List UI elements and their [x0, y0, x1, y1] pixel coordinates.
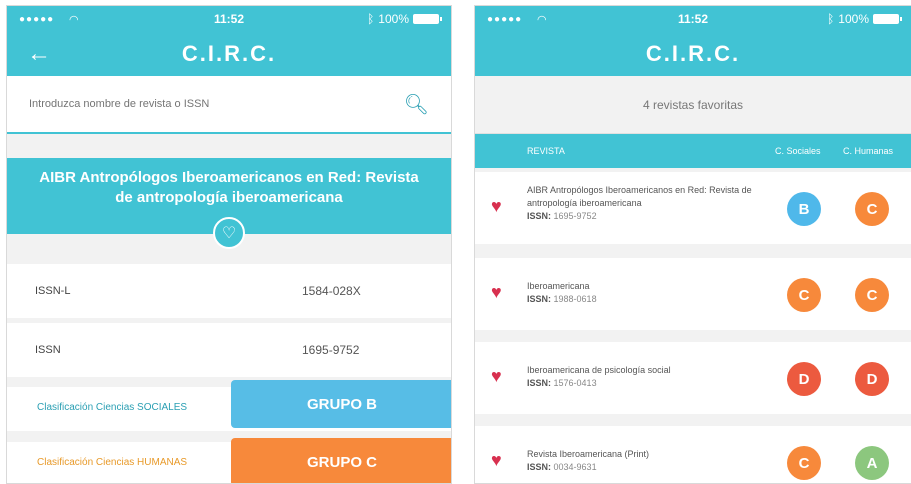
- favorites-count: 4 revistas favoritas: [475, 76, 911, 134]
- grupo-sociales-button[interactable]: GRUPO B: [231, 380, 451, 428]
- journal-issn: ISSN: 1695-9752: [527, 211, 597, 221]
- signal-icon: ●●●●●: [487, 13, 523, 25]
- classification-sociales-label: Clasificación Ciencias SOCIALES: [37, 402, 188, 413]
- app-bar: ← C.I.R.C.: [7, 32, 451, 76]
- heart-icon[interactable]: ♥: [491, 196, 502, 217]
- column-humanas: C. Humanas: [843, 146, 894, 156]
- search-input[interactable]: [29, 98, 404, 110]
- list-item[interactable]: ♥ AIBR Antropólogos Iberoamericanos en R…: [475, 172, 911, 244]
- search-bar: 🔍︎: [7, 76, 451, 134]
- sociales-grade-badge: C: [787, 446, 821, 480]
- status-bar: ●●●●● ◠ 11:52 ᛒ 100%: [475, 6, 911, 32]
- journal-detail-screen: ●●●●● ◠ 11:52 ᛒ 100% ← C.I.R.C. 🔍︎ AIBR …: [6, 5, 452, 484]
- battery-indicator: ᛒ 100%: [367, 12, 442, 26]
- wifi-icon: ◠: [537, 13, 547, 26]
- search-icon[interactable]: 🔍︎: [404, 92, 429, 117]
- humanas-grade-badge: C: [855, 192, 889, 226]
- humanas-grade-badge: A: [855, 446, 889, 480]
- battery-icon: [413, 14, 442, 24]
- app-title: C.I.R.C.: [645, 41, 741, 66]
- issn-label: ISSN: [35, 344, 61, 356]
- issn-l-value: 1584-028X: [302, 284, 361, 298]
- app-title: C.I.R.C.: [181, 41, 277, 66]
- journal-header: AIBR Antropólogos Iberoamericanos en Red…: [7, 158, 451, 249]
- column-revista: REVISTA: [527, 146, 565, 156]
- journal-name: Iberoamericana de psicología social ISSN…: [527, 364, 763, 390]
- humanas-grade-badge: C: [855, 278, 889, 312]
- humanas-grade-badge: D: [855, 362, 889, 396]
- journal-title: AIBR Antropólogos Iberoamericanos en Red…: [39, 169, 419, 206]
- journal-name: Iberoamericana ISSN: 1988-0618: [527, 280, 763, 306]
- battery-indicator: ᛒ 100%: [827, 12, 902, 26]
- app-bar: C.I.R.C.: [475, 32, 911, 76]
- bluetooth-icon: ᛒ: [827, 12, 835, 26]
- journal-name: Revista Iberoamericana (Print) ISSN: 003…: [527, 448, 763, 474]
- wifi-icon: ◠: [69, 13, 79, 26]
- issn-value: 1695-9752: [302, 343, 360, 357]
- status-time: 11:52: [213, 12, 245, 26]
- column-sociales: C. Sociales: [775, 146, 821, 156]
- table-header: REVISTA C. Sociales C. Humanas: [475, 134, 911, 168]
- heart-icon[interactable]: ♥: [491, 366, 502, 387]
- classification-humanas-label: Clasificación Ciencias HUMANAS: [37, 457, 188, 468]
- list-item[interactable]: ♥ Iberoamericana de psicología social IS…: [475, 342, 911, 414]
- sociales-grade-badge: C: [787, 278, 821, 312]
- issn-row: ISSN 1695-9752: [7, 323, 451, 377]
- status-bar: ●●●●● ◠ 11:52 ᛒ 100%: [7, 6, 451, 32]
- sociales-grade-badge: D: [787, 362, 821, 396]
- arrow-left-icon[interactable]: ←: [27, 40, 51, 68]
- battery-percent: 100%: [378, 12, 409, 26]
- grupo-humanas-button[interactable]: GRUPO C: [231, 438, 451, 483]
- list-item[interactable]: ♥ Iberoamericana ISSN: 1988-0618 C C: [475, 258, 911, 330]
- bluetooth-icon: ᛒ: [367, 12, 375, 26]
- list-item[interactable]: ♥ Revista Iberoamericana (Print) ISSN: 0…: [475, 426, 911, 483]
- battery-percent: 100%: [838, 12, 869, 26]
- battery-icon: [873, 14, 902, 24]
- journal-issn: ISSN: 0034-9631: [527, 462, 597, 472]
- sociales-grade-badge: B: [787, 192, 821, 226]
- heart-icon[interactable]: ♥: [491, 282, 502, 303]
- journal-issn: ISSN: 1576-0413: [527, 378, 597, 388]
- signal-icon: ●●●●●: [19, 13, 55, 25]
- status-time: 11:52: [677, 12, 709, 26]
- journal-name: AIBR Antropólogos Iberoamericanos en Red…: [527, 184, 763, 223]
- heart-outline-icon[interactable]: ♡: [213, 217, 245, 249]
- issn-l-row: ISSN-L 1584-028X: [7, 264, 451, 318]
- journal-issn: ISSN: 1988-0618: [527, 294, 597, 304]
- favorites-screen: ●●●●● ◠ 11:52 ᛒ 100% C.I.R.C. 4 revistas…: [474, 5, 911, 484]
- issn-l-label: ISSN-L: [35, 285, 71, 297]
- heart-icon[interactable]: ♥: [491, 450, 502, 471]
